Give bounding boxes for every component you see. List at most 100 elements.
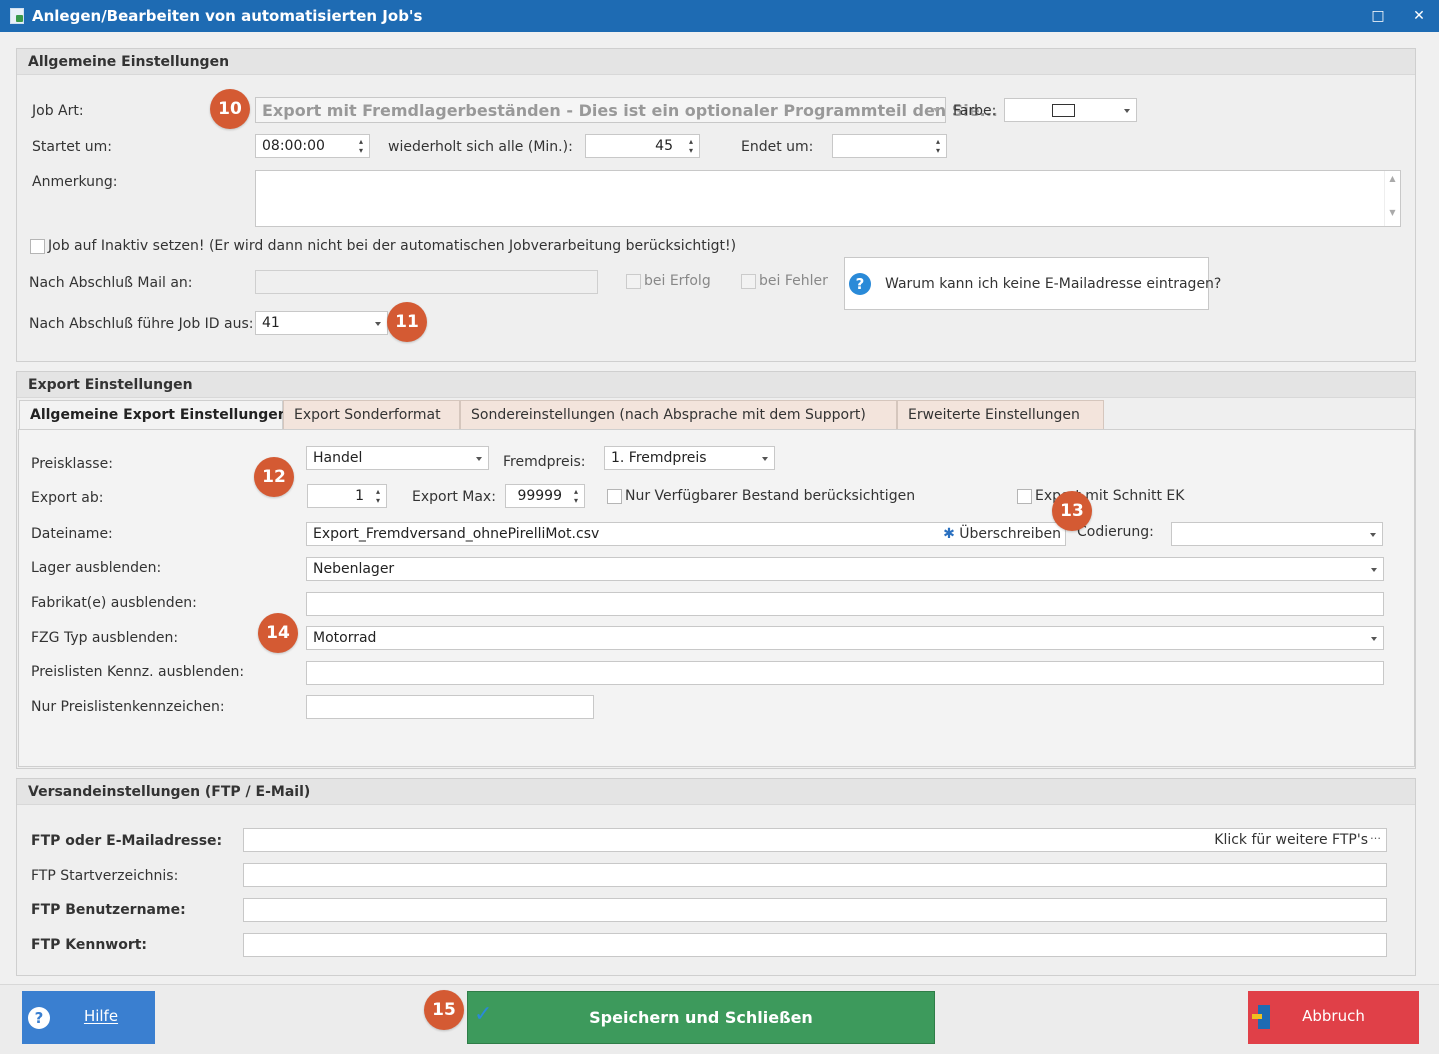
ftp-kennwort-input[interactable] bbox=[243, 933, 1387, 957]
wiederholt-input[interactable]: 45 ▴ ▾ bbox=[585, 134, 700, 158]
annotation-badge-12: 12 bbox=[254, 457, 294, 497]
preislisten-input[interactable] bbox=[306, 661, 1384, 685]
farbe-color-picker[interactable] bbox=[1004, 98, 1137, 122]
startet-value: 08:00:00 bbox=[262, 138, 325, 154]
annotation-badge-11: 11 bbox=[387, 302, 427, 342]
inaktiv-label: Job auf Inaktiv setzen! (Er wird dann ni… bbox=[48, 238, 737, 254]
job-id-select[interactable]: 41 bbox=[255, 311, 388, 335]
job-art-value: Export mit Fremdlagerbeständen - Dies is… bbox=[262, 101, 998, 120]
preisklasse-value: Handel bbox=[313, 450, 363, 466]
fzg-select[interactable]: Motorrad bbox=[306, 626, 1384, 650]
abbruch-button[interactable]: Abbruch bbox=[1248, 991, 1419, 1044]
job-art-label: Job Art: bbox=[32, 103, 84, 119]
lager-value: Nebenlager bbox=[313, 561, 395, 577]
ftp-benutzer-input[interactable] bbox=[243, 898, 1387, 922]
codierung-label: Codierung: bbox=[1077, 524, 1154, 540]
job-id-value: 41 bbox=[262, 315, 280, 331]
inaktiv-checkbox[interactable] bbox=[30, 239, 45, 254]
ftp-address-label: FTP oder E-Mailadresse: bbox=[31, 833, 223, 849]
wiederholt-value: 45 bbox=[655, 138, 673, 154]
startet-time-input[interactable]: 08:00:00 ▴ ▾ bbox=[255, 134, 370, 158]
bei-erfolg-checkbox[interactable] bbox=[626, 274, 641, 289]
anmerkung-scrollbar[interactable]: ▲ ▼ bbox=[1384, 171, 1400, 226]
fremdpreis-label: Fremdpreis: bbox=[503, 454, 586, 470]
close-button[interactable]: ✕ bbox=[1405, 4, 1433, 28]
ellipsis-icon[interactable]: … bbox=[1370, 829, 1381, 842]
email-help-button[interactable]: ? Warum kann ich keine E-Mailadresse ein… bbox=[844, 257, 1221, 310]
bei-erfolg-label: bei Erfolg bbox=[644, 273, 711, 289]
wiederholt-label: wiederholt sich alle (Min.): bbox=[388, 139, 573, 155]
fzg-label: FZG Typ ausblenden: bbox=[31, 630, 179, 646]
ueberschreiben-button[interactable]: ✱ Überschreiben bbox=[943, 526, 1061, 542]
codierung-select[interactable] bbox=[1171, 522, 1383, 546]
tab-label: Erweiterte Einstellungen bbox=[908, 407, 1080, 423]
annotation-badge-14: 14 bbox=[258, 613, 298, 653]
nur-verfuegbar-label: Nur Verfügbarer Bestand berücksichtigen bbox=[625, 488, 916, 504]
preisklasse-label: Preisklasse: bbox=[31, 456, 113, 472]
dateiname-label: Dateiname: bbox=[31, 526, 113, 542]
export-ab-spinner[interactable]: ▴ ▾ bbox=[373, 487, 383, 505]
app-icon bbox=[10, 8, 24, 24]
schnitt-ek-checkbox[interactable] bbox=[1017, 489, 1032, 504]
export-ab-input[interactable]: 1 ▴ ▾ bbox=[307, 484, 387, 508]
dateiname-input[interactable]: Export_Fremdversand_ohnePirelliMot.csv ✱… bbox=[306, 522, 1066, 546]
annotation-badge-13: 13 bbox=[1052, 491, 1092, 531]
lager-label: Lager ausblenden: bbox=[31, 560, 162, 576]
fabrikat-label: Fabrikat(e) ausblenden: bbox=[31, 595, 197, 611]
export-max-label: Export Max: bbox=[412, 489, 496, 505]
tab-label: Export Sonderformat bbox=[294, 407, 441, 423]
fremdpreis-select[interactable]: 1. Fremdpreis bbox=[604, 446, 775, 470]
save-close-label: Speichern und Schließen bbox=[589, 1008, 813, 1027]
tab-sondereinstellungen[interactable]: Sondereinstellungen (nach Absprache mit … bbox=[460, 400, 897, 430]
mail-input[interactable] bbox=[255, 270, 598, 294]
tab-allgemeine-export[interactable]: Allgemeine Export Einstellungen bbox=[19, 400, 288, 430]
fremdpreis-value: 1. Fremdpreis bbox=[611, 450, 707, 466]
ftp-startverz-input[interactable] bbox=[243, 863, 1387, 887]
wiederholt-spinner[interactable]: ▴ ▾ bbox=[686, 137, 696, 155]
anmerkung-label: Anmerkung: bbox=[32, 174, 118, 190]
tab-erweiterte-einstellungen[interactable]: Erweiterte Einstellungen bbox=[897, 400, 1104, 430]
gear-icon: ✱ bbox=[943, 526, 955, 542]
maximize-button[interactable]: □ bbox=[1364, 4, 1392, 28]
abbruch-label: Abbruch bbox=[1302, 1007, 1365, 1025]
save-close-button[interactable]: ✓ Speichern und Schließen bbox=[467, 991, 935, 1044]
window-title: Anlegen/Bearbeiten von automatisierten J… bbox=[32, 7, 423, 25]
endet-time-input[interactable]: ▴ ▾ bbox=[832, 134, 947, 158]
email-help-text: Warum kann ich keine E-Mailadresse eintr… bbox=[885, 276, 1222, 292]
export-ab-label: Export ab: bbox=[31, 490, 104, 506]
ftp-benutzer-label: FTP Benutzername: bbox=[31, 902, 186, 918]
preislisten-label: Preislisten Kennz. ausblenden: bbox=[31, 664, 245, 680]
ueberschreiben-label: Überschreiben bbox=[959, 526, 1061, 542]
nur-preislisten-input[interactable] bbox=[306, 695, 594, 719]
tab-export-sonderformat[interactable]: Export Sonderformat bbox=[283, 400, 460, 430]
export-max-spinner[interactable]: ▴ ▾ bbox=[571, 487, 581, 505]
hilfe-button[interactable]: ? Hilfe bbox=[22, 991, 155, 1044]
export-max-input[interactable]: 99999 ▴ ▾ bbox=[505, 484, 585, 508]
versand-settings-heading: Versandeinstellungen (FTP / E-Mail) bbox=[28, 784, 311, 800]
bei-fehler-label: bei Fehler bbox=[759, 273, 828, 289]
annotation-badge-10: 10 bbox=[210, 89, 250, 129]
ftp-kennwort-label: FTP Kennwort: bbox=[31, 937, 148, 953]
startet-label: Startet um: bbox=[32, 139, 112, 155]
tab-label: Allgemeine Export Einstellungen bbox=[30, 407, 288, 423]
lager-select[interactable]: Nebenlager bbox=[306, 557, 1384, 581]
job-id-label: Nach Abschluß führe Job ID aus: bbox=[29, 316, 254, 332]
job-art-select[interactable]: Export mit Fremdlagerbeständen - Dies is… bbox=[255, 97, 998, 123]
ftp-address-input[interactable]: Klick für weitere FTP's … bbox=[243, 828, 1387, 852]
startet-spinner[interactable]: ▴ ▾ bbox=[356, 137, 366, 155]
hilfe-label: Hilfe bbox=[83, 1007, 119, 1025]
endet-spinner[interactable]: ▴ ▾ bbox=[933, 137, 943, 155]
ftp-more-link[interactable]: Klick für weitere FTP's bbox=[1214, 832, 1368, 848]
export-settings-heading: Export Einstellungen bbox=[28, 377, 193, 393]
nur-preislisten-label: Nur Preislistenkennzeichen: bbox=[31, 699, 225, 715]
export-ab-value: 1 bbox=[355, 488, 364, 504]
preisklasse-select[interactable]: Handel bbox=[306, 446, 489, 470]
nur-verfuegbar-checkbox[interactable] bbox=[607, 489, 622, 504]
bei-fehler-checkbox[interactable] bbox=[741, 274, 756, 289]
title-bar: Anlegen/Bearbeiten von automatisierten J… bbox=[0, 0, 1439, 32]
export-max-value: 99999 bbox=[517, 488, 562, 504]
help-icon: ? bbox=[849, 273, 871, 295]
mail-label: Nach Abschluß Mail an: bbox=[29, 275, 193, 291]
fabrikat-input[interactable] bbox=[306, 592, 1384, 616]
anmerkung-textarea[interactable]: ▲ ▼ bbox=[255, 170, 1401, 227]
